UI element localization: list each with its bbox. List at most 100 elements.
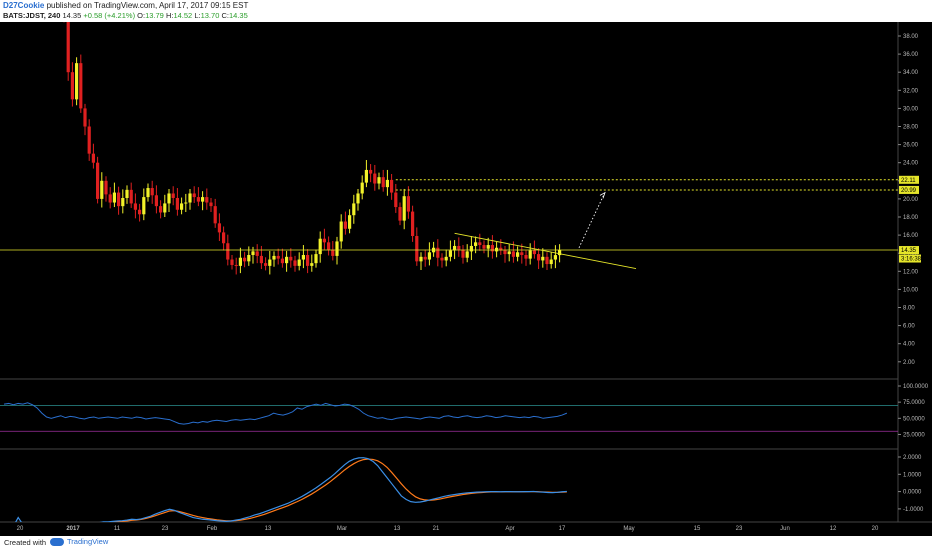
candle-body [138, 209, 142, 215]
time-tick-label: Mar [337, 526, 347, 532]
time-tick-label: May [623, 526, 634, 532]
candle-body [154, 195, 158, 207]
candle-body [150, 188, 154, 196]
candle-body [343, 221, 347, 229]
candle-body [490, 245, 494, 252]
level-price-tag-label: 20.99 [901, 188, 917, 194]
candle-body [238, 257, 242, 266]
candle-body [100, 180, 104, 199]
level-price-tag-label: 22.11 [901, 178, 916, 184]
candle-body [457, 245, 461, 250]
high-value: 14.52 [173, 11, 193, 20]
candle-body [280, 258, 284, 264]
price-tick-label: 4.00 [903, 342, 915, 348]
time-tick-label: Feb [207, 526, 218, 532]
candle-body [348, 215, 352, 229]
macd-tick-label: -1.0000 [903, 507, 924, 513]
candle-body [133, 203, 137, 210]
candle-body [507, 251, 511, 255]
candle-body [104, 180, 108, 195]
candle-body [293, 260, 297, 266]
price-tick-label: 18.00 [903, 215, 919, 221]
rsi-tick-label: 50.0000 [903, 416, 925, 422]
descending-trendline [454, 232, 637, 270]
candle-body [159, 206, 163, 213]
price-tick-label: 30.00 [903, 106, 919, 112]
candle-body [209, 202, 213, 207]
symbol-label: BATS:JDST, 240 [3, 11, 61, 20]
countdown-tag-label: 3:16:38 [901, 257, 922, 263]
candle-body [255, 251, 259, 256]
candle-body [415, 236, 419, 262]
author-link[interactable]: D27Cookie [3, 1, 44, 10]
candle-body [394, 192, 398, 208]
candle-body [163, 203, 167, 213]
time-tick-label: 15 [694, 526, 701, 532]
candle-body [352, 203, 356, 216]
candle-body [205, 197, 209, 203]
candle-body [327, 242, 331, 250]
rsi-tick-label: 25.0000 [903, 432, 925, 438]
candle-body [234, 264, 238, 266]
candle-body [369, 169, 373, 174]
candle-body [75, 63, 79, 100]
close-value: 14.35 [228, 11, 248, 20]
price-tick-label: 32.00 [903, 88, 919, 94]
time-tick-label: 20 [17, 526, 24, 532]
time-tick-label: 20 [872, 526, 879, 532]
candle-body [406, 196, 410, 212]
candle-body [217, 223, 221, 233]
candle-body [335, 241, 339, 256]
chart-header: D27Cookie published on TradingView.com, … [0, 0, 932, 22]
candles-group [63, 22, 562, 275]
tradingview-brand-label: TradingView [67, 537, 109, 546]
candle-body [360, 182, 364, 194]
candle-body [516, 252, 520, 257]
open-value: 13.79 [145, 11, 164, 20]
candle-body [419, 256, 423, 262]
candle-body [503, 250, 507, 255]
candle-body [541, 256, 545, 261]
time-tick-label: 12 [830, 526, 837, 532]
publish-info: published on TradingView.com, April 17, … [44, 1, 249, 10]
price-tick-label: 34.00 [903, 70, 919, 76]
price-tick-label: 28.00 [903, 125, 919, 131]
time-tick-label: 17 [559, 526, 566, 532]
candle-body [537, 254, 541, 261]
candle-body [213, 206, 217, 224]
candle-body [314, 254, 318, 264]
candle-body [184, 202, 188, 204]
candle-body [474, 242, 478, 246]
chart-canvas[interactable]: 38.00 36.00 34.00 32.00 30.00 28.00 26.00 24.00… [0, 22, 932, 536]
chart-svg[interactable]: 38.00 36.00 34.00 32.00 30.00 28.00 26.00 24.00… [0, 22, 932, 536]
candle-body [289, 256, 293, 261]
created-with-label: Created with [4, 538, 47, 547]
candle-body [121, 197, 125, 207]
macd-tick-label: 1.0000 [903, 472, 922, 478]
candle-body [440, 257, 444, 261]
candle-body [201, 197, 205, 202]
candle-body [482, 245, 486, 249]
candle-body [390, 179, 394, 193]
candle-body [222, 232, 226, 244]
candle-body [511, 251, 515, 257]
macd-main-line [15, 457, 567, 522]
price-tick-label: 2.00 [903, 360, 915, 366]
time-tick-label: Apr [505, 526, 514, 532]
price-tick-label: 10.00 [903, 287, 919, 293]
candle-body [87, 126, 91, 154]
candle-body [243, 257, 247, 262]
candle-body [553, 255, 557, 260]
candle-body [108, 194, 112, 203]
projection-arrow-head [599, 191, 606, 199]
candle-body [96, 162, 100, 199]
tradingview-brand[interactable]: TradingView [50, 537, 108, 546]
rsi-line [3, 402, 568, 425]
candle-body [549, 259, 553, 265]
time-tick-label: Jun [780, 526, 790, 532]
candle-body [196, 197, 200, 202]
macd-signal-line [105, 458, 567, 522]
candle-body [448, 250, 452, 257]
projection-arrow-line [578, 194, 605, 248]
candle-body [377, 177, 381, 184]
